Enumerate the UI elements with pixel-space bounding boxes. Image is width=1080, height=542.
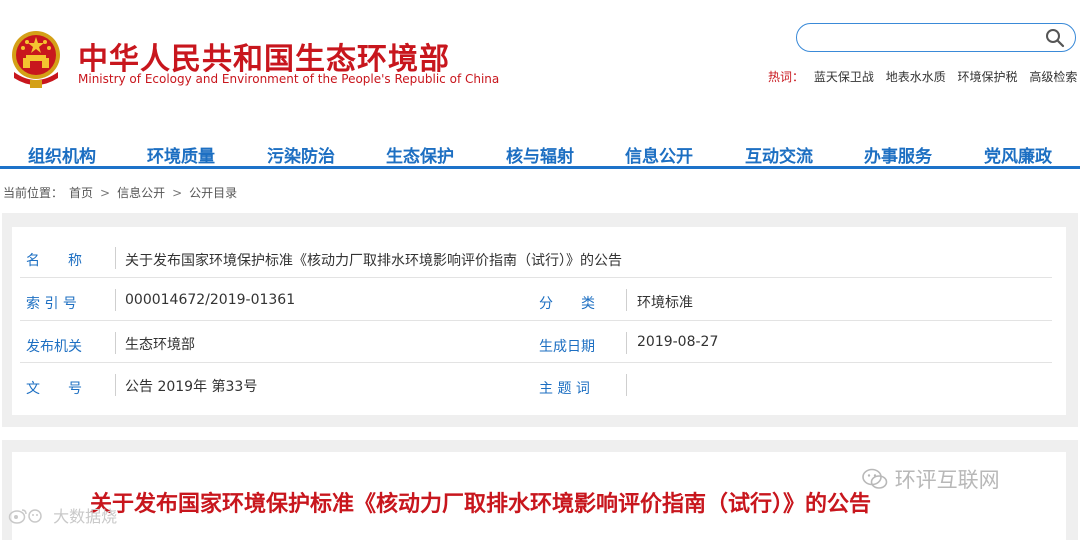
issuer-value: 生态环境部 <box>125 337 195 353</box>
breadcrumb: 当前位置： 首页 > 信息公开 > 公开目录 <box>3 184 237 201</box>
nav-item-nuclear-radiation[interactable]: 核与辐射 <box>506 142 574 167</box>
search-box[interactable] <box>796 23 1076 52</box>
column-divider <box>626 374 627 396</box>
wechat-icon <box>862 468 888 489</box>
nav-item-party-integrity[interactable]: 党风廉政 <box>984 142 1052 167</box>
doc-number-label: 文 号 <box>26 381 82 397</box>
category-label: 分 类 <box>539 296 595 312</box>
nav-item-pollution-control[interactable]: 污染防治 <box>267 142 335 167</box>
breadcrumb-prefix: 当前位置： <box>3 186 64 200</box>
name-value: 关于发布国家环境保护标准《核动力厂取排水环境影响评价指南（试行）》的公告 <box>125 253 622 269</box>
watermark-right-text: 环评互联网 <box>894 468 1000 492</box>
national-emblem-icon <box>12 31 60 88</box>
nav-item-interaction[interactable]: 互动交流 <box>745 142 813 167</box>
site-header: 中华人民共和国生态环境部 Ministry of Ecology and Env… <box>0 0 1080 135</box>
index-value: 000014672/2019-01361 <box>125 292 296 308</box>
category-value: 环境标准 <box>637 295 693 311</box>
column-divider <box>115 374 116 396</box>
column-divider <box>115 247 116 269</box>
hot-words-label: 热词： <box>768 70 805 84</box>
document-info-panel: 名 称 关于发布国家环境保护标准《核动力厂取排水环境影响评价指南（试行）》的公告… <box>2 213 1078 427</box>
date-value: 2019-08-27 <box>637 334 719 350</box>
breadcrumb-separator: > <box>100 186 111 200</box>
hot-words: 热词： 蓝天保卫战 地表水水质 环境保护税 高级检索 <box>768 68 1080 85</box>
nav-item-environment-quality[interactable]: 环境质量 <box>147 142 215 167</box>
weibo-logo-icon <box>8 509 42 524</box>
column-divider <box>115 289 116 311</box>
site-title-en: Ministry of Ecology and Environment of t… <box>78 72 500 86</box>
search-input[interactable] <box>811 27 1035 49</box>
watermark-left: 大数据烧 <box>8 503 117 527</box>
watermark-right: 环评互联网 <box>862 464 1000 494</box>
article-title: 关于发布国家环境保护标准《核动力厂取排水环境影响评价指南（试行）》的公告 <box>90 492 872 517</box>
row-divider <box>20 277 1052 278</box>
row-divider <box>20 320 1052 321</box>
doc-number-value: 公告 2019年 第33号 <box>125 379 258 395</box>
main-nav: 组织机构 环境质量 污染防治 生态保护 核与辐射 信息公开 互动交流 办事服务 … <box>0 140 1080 169</box>
breadcrumb-catalog[interactable]: 公开目录 <box>189 186 237 200</box>
subject-label: 主 题 词 <box>539 381 590 397</box>
column-divider <box>626 289 627 311</box>
column-divider <box>115 332 116 354</box>
name-label: 名 称 <box>26 253 82 269</box>
hot-word-link[interactable]: 地表水水质 <box>886 70 946 84</box>
hot-word-link[interactable]: 环境保护税 <box>958 70 1018 84</box>
row-divider <box>20 362 1052 363</box>
index-label: 索 引 号 <box>26 296 77 312</box>
search-icon[interactable] <box>1045 28 1065 48</box>
breadcrumb-home[interactable]: 首页 <box>69 186 93 200</box>
nav-item-services[interactable]: 办事服务 <box>864 142 932 167</box>
nav-item-organization[interactable]: 组织机构 <box>28 142 96 167</box>
breadcrumb-info-disclosure[interactable]: 信息公开 <box>117 186 165 200</box>
nav-item-ecology-protection[interactable]: 生态保护 <box>386 142 454 167</box>
issuer-label: 发布机关 <box>26 339 82 355</box>
breadcrumb-separator: > <box>172 186 183 200</box>
nav-item-information-disclosure[interactable]: 信息公开 <box>625 142 693 167</box>
watermark-left-text: 大数据烧 <box>53 507 118 526</box>
date-label: 生成日期 <box>539 339 595 355</box>
hot-word-link[interactable]: 蓝天保卫战 <box>814 70 874 84</box>
advanced-search-link[interactable]: 高级检索 <box>1029 70 1077 84</box>
document-info-table: 名 称 关于发布国家环境保护标准《核动力厂取排水环境影响评价指南（试行）》的公告… <box>12 227 1066 415</box>
column-divider <box>626 332 627 354</box>
